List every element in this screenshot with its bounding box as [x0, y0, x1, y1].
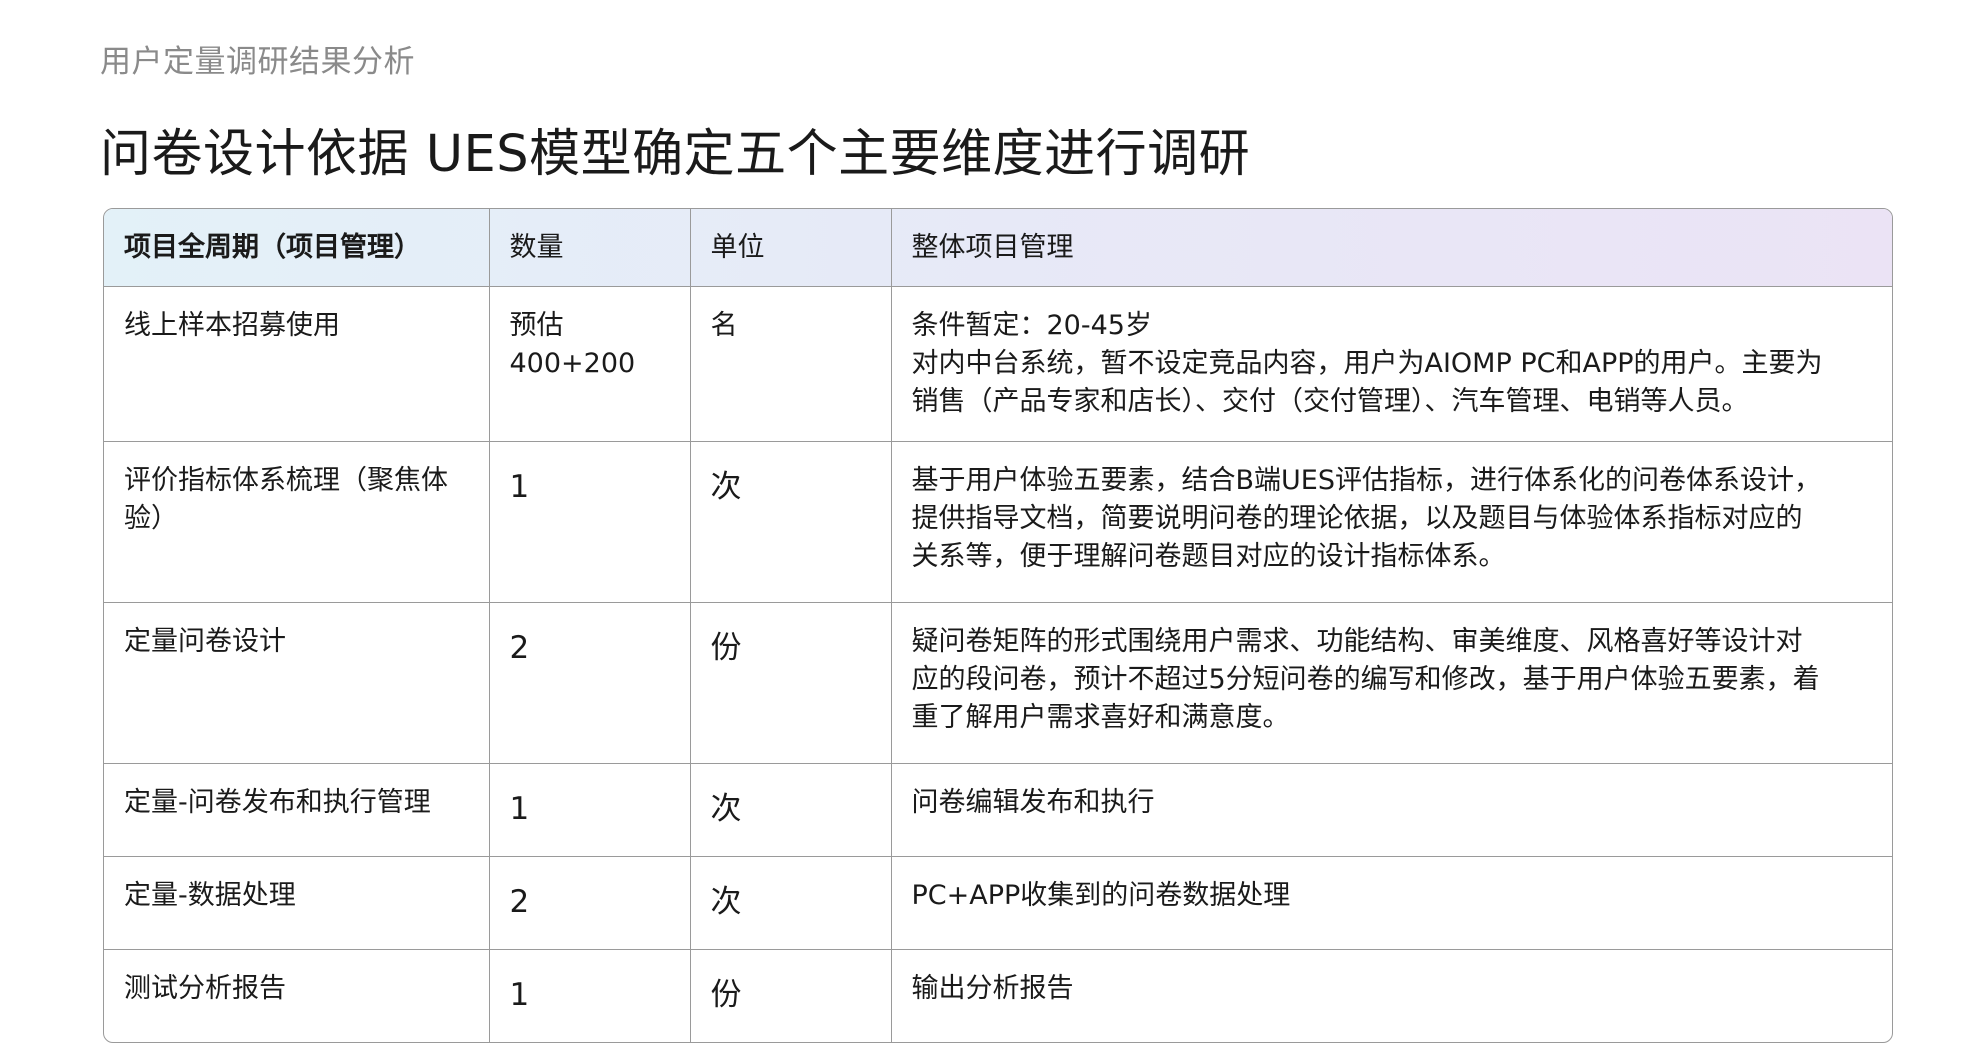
header-project-cycle: 项目全周期（项目管理）	[104, 209, 490, 287]
header-unit: 单位	[690, 209, 892, 287]
table-row: 测试分析报告 1 份 输出分析报告	[104, 949, 1892, 1043]
description-line: 基于用户体验五要素，结合B端UES评估指标，进行体系化的问卷体系设计，	[911, 465, 1821, 496]
cell-item: 线上样本招募使用	[104, 286, 490, 442]
description-line: 问卷编辑发布和执行	[911, 787, 1155, 818]
table-row: 线上样本招募使用 预估 400+200 名 条件暂定：20-45岁 对内中台系统…	[104, 286, 1892, 442]
cell-unit: 名	[690, 286, 892, 442]
cell-description: 条件暂定：20-45岁 对内中台系统，暂不设定竞品内容，用户为AIOMP PC和…	[891, 286, 1892, 442]
cell-quantity: 2	[489, 856, 691, 950]
cell-quantity: 1	[489, 763, 691, 857]
cell-quantity: 1	[489, 441, 691, 603]
table-row: 定量问卷设计 2 份 疑问卷矩阵的形式围绕用户需求、功能结构、审美维度、风格喜好…	[104, 602, 1892, 764]
description-line: 提供指导文档，简要说明问卷的理论依据，以及题目与体验体系指标对应的	[911, 503, 1803, 534]
cell-unit: 次	[690, 763, 892, 857]
description-line: 重了解用户需求喜好和满意度。	[911, 702, 1290, 733]
cell-description: 基于用户体验五要素，结合B端UES评估指标，进行体系化的问卷体系设计， 提供指导…	[891, 441, 1892, 603]
description-line: 对内中台系统，暂不设定竞品内容，用户为AIOMP PC和APP的用户。主要为	[911, 348, 1823, 379]
cell-unit: 份	[690, 949, 892, 1042]
cell-quantity: 2	[489, 602, 691, 764]
cell-description: 问卷编辑发布和执行	[891, 763, 1892, 857]
description-line: 应的段问卷，预计不超过5分短问卷的编写和修改，基于用户体验五要素，着	[911, 664, 1820, 695]
cell-quantity: 1	[489, 949, 691, 1042]
cell-unit: 份	[690, 602, 892, 764]
cell-item: 测试分析报告	[104, 949, 490, 1042]
quantity-line: 预估	[509, 310, 564, 341]
table-row: 定量-数据处理 2 次 PC+APP收集到的问卷数据处理	[104, 856, 1892, 950]
header-quantity: 数量	[489, 209, 691, 287]
table-header-row: 项目全周期（项目管理） 数量 单位 整体项目管理	[104, 209, 1892, 287]
cell-description: 输出分析报告	[891, 950, 1892, 1043]
quantity-line: 400+200	[509, 348, 636, 379]
cell-item: 定量问卷设计	[104, 602, 490, 764]
table-row: 定量-问卷发布和执行管理 1 次 问卷编辑发布和执行	[104, 763, 1892, 857]
cell-unit: 次	[690, 856, 892, 950]
description-line: 输出分析报告	[911, 973, 1074, 1004]
cell-description: PC+APP收集到的问卷数据处理	[891, 856, 1892, 950]
project-table: 项目全周期（项目管理） 数量 单位 整体项目管理 线上样本招募使用 预估 400…	[103, 208, 1893, 1043]
cell-quantity: 预估 400+200	[489, 286, 691, 442]
header-overall-management: 整体项目管理	[891, 209, 1892, 287]
page-subtitle: 用户定量调研结果分析	[100, 44, 415, 80]
cell-item: 定量-数据处理	[104, 856, 490, 950]
description-line: 条件暂定：20-45岁	[911, 310, 1152, 341]
cell-item: 定量-问卷发布和执行管理	[104, 763, 490, 857]
cell-item: 评价指标体系梳理（聚焦体验）	[104, 441, 490, 603]
description-line: 疑问卷矩阵的形式围绕用户需求、功能结构、审美维度、风格喜好等设计对	[911, 626, 1803, 657]
page-title: 问卷设计依据 UES模型确定五个主要维度进行调研	[100, 125, 1251, 184]
cell-unit: 次	[690, 441, 892, 603]
description-line: 销售（产品专家和店长）、交付（交付管理）、汽车管理、电销等人员。	[911, 386, 1749, 417]
table-row: 评价指标体系梳理（聚焦体验） 1 次 基于用户体验五要素，结合B端UES评估指标…	[104, 441, 1892, 603]
cell-description: 疑问卷矩阵的形式围绕用户需求、功能结构、审美维度、风格喜好等设计对 应的段问卷，…	[891, 602, 1892, 764]
description-line: 关系等，便于理解问卷题目对应的设计指标体系。	[911, 541, 1506, 572]
description-line: PC+APP收集到的问卷数据处理	[911, 880, 1291, 911]
